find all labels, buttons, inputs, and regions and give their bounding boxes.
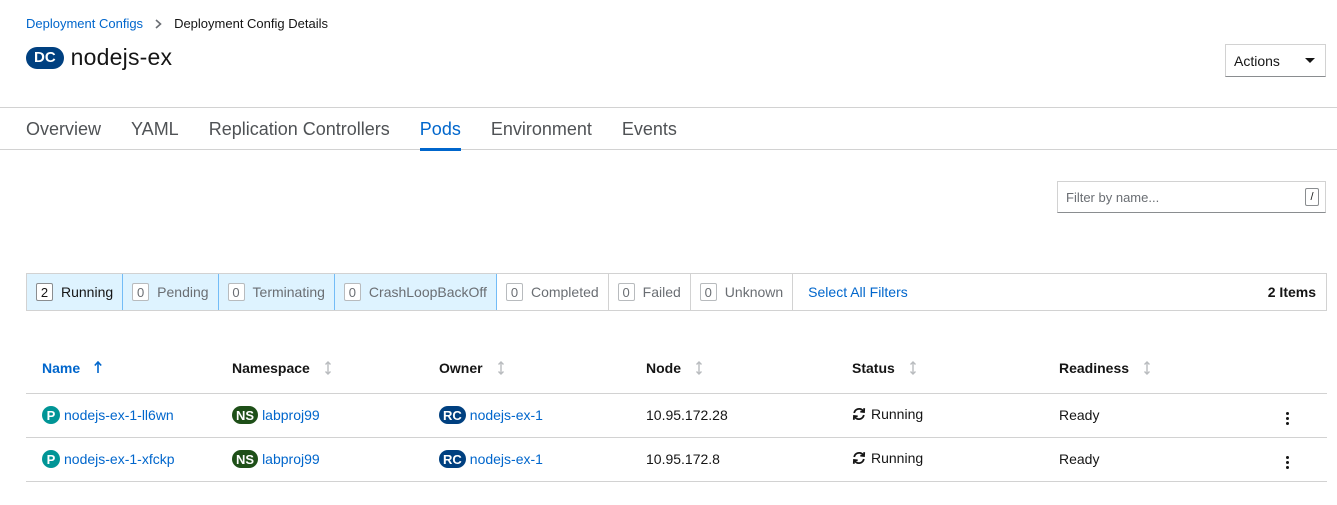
- filter-by-name-input[interactable]: [1066, 189, 1305, 205]
- column-label: Status: [852, 359, 895, 376]
- row-filter-pending[interactable]: 0 Pending: [123, 274, 219, 310]
- filter-count: 0: [132, 283, 150, 301]
- column-header-owner[interactable]: Owner: [439, 343, 646, 394]
- sync-icon: [852, 407, 866, 421]
- node-value: 10.95.172.28: [646, 407, 728, 423]
- column-header-node[interactable]: Node: [646, 343, 852, 394]
- status-value: Running: [871, 450, 924, 466]
- sort-icon: [497, 360, 505, 375]
- resource-badge-replication-controller: RC: [439, 406, 466, 424]
- row-filter-crashloopbackoff[interactable]: 0 CrashLoopBackOff: [334, 274, 497, 310]
- column-label: Node: [646, 359, 681, 376]
- kebab-menu-icon[interactable]: [1277, 452, 1297, 472]
- tab-pods[interactable]: Pods: [419, 108, 461, 151]
- filter-count: 0: [617, 283, 635, 301]
- actions-label: Actions: [1234, 52, 1280, 69]
- table-row: P nodejs-ex-1-ll6wn NS labproj99 RC node…: [26, 393, 1327, 438]
- table-header-row: Name Namespace Owner Node Status Readine…: [26, 343, 1327, 394]
- filter-count: 2: [36, 283, 53, 301]
- filter-count: 0: [505, 283, 523, 301]
- column-header-status[interactable]: Status: [852, 343, 1059, 394]
- keyboard-shortcut-hint: /: [1305, 188, 1319, 206]
- table-row: P nodejs-ex-1-xfckp NS labproj99 RC node…: [26, 437, 1327, 482]
- actions-dropdown-button[interactable]: Actions: [1225, 44, 1326, 77]
- row-filter-bar: 2 Running 0 Pending 0 Terminating 0 Cras…: [26, 273, 1327, 311]
- resource-badge-namespace: NS: [232, 450, 259, 468]
- resource-badge-replication-controller: RC: [439, 450, 466, 468]
- column-label: Owner: [439, 359, 483, 376]
- resource-badge-pod: P: [42, 406, 60, 424]
- select-all-filters-link[interactable]: Select All Filters: [793, 274, 908, 310]
- filter-by-name-field: /: [1057, 181, 1326, 213]
- tab-bar: Overview YAML Replication Controllers Po…: [0, 107, 1337, 151]
- row-filter-terminating[interactable]: 0 Terminating: [218, 274, 335, 310]
- column-header-name[interactable]: Name: [26, 343, 232, 394]
- pods-table: Name Namespace Owner Node Status Readine…: [26, 343, 1327, 482]
- filter-label: Completed: [530, 284, 599, 300]
- filter-label: Unknown: [724, 284, 784, 300]
- resource-badge-dc: DC: [26, 46, 64, 69]
- readiness-value: Ready: [1059, 407, 1100, 423]
- column-header-readiness[interactable]: Readiness: [1059, 343, 1259, 394]
- tab-yaml[interactable]: YAML: [131, 108, 179, 150]
- filter-label: Running: [61, 284, 114, 300]
- filter-count: 0: [227, 283, 245, 301]
- sync-icon: [852, 451, 866, 465]
- breadcrumb-current: Deployment Config Details: [174, 16, 328, 31]
- sort-icon: [324, 360, 332, 375]
- sort-icon: [1143, 360, 1151, 375]
- items-count: 2 Items: [1267, 284, 1316, 300]
- kebab-menu-icon[interactable]: [1277, 408, 1297, 428]
- pod-name-link[interactable]: nodejs-ex-1-xfckp: [64, 451, 175, 467]
- filter-label: CrashLoopBackOff: [368, 284, 487, 300]
- owner-link[interactable]: nodejs-ex-1: [470, 451, 543, 467]
- filter-count: 0: [699, 283, 717, 301]
- tab-environment[interactable]: Environment: [491, 108, 592, 150]
- row-filter-failed[interactable]: 0 Failed: [608, 274, 691, 310]
- pod-name-link[interactable]: nodejs-ex-1-ll6wn: [64, 407, 174, 423]
- column-label: Namespace: [232, 359, 310, 376]
- chevron-right-icon: [155, 18, 162, 29]
- node-value: 10.95.172.8: [646, 451, 720, 467]
- row-filter-completed[interactable]: 0 Completed: [496, 274, 609, 310]
- owner-link[interactable]: nodejs-ex-1: [470, 407, 543, 423]
- tab-overview[interactable]: Overview: [26, 108, 101, 150]
- readiness-value: Ready: [1059, 451, 1100, 467]
- column-label: Name: [42, 359, 81, 376]
- filter-label: Terminating: [252, 284, 325, 300]
- tab-replication-controllers[interactable]: Replication Controllers: [209, 108, 390, 150]
- breadcrumb: Deployment Configs Deployment Config Det…: [26, 16, 328, 31]
- sort-icon: [909, 360, 917, 375]
- row-filter-unknown[interactable]: 0 Unknown: [690, 274, 794, 310]
- caret-down-icon: [1305, 58, 1315, 63]
- page-title: nodejs-ex: [70, 44, 173, 70]
- row-filter-running[interactable]: 2 Running: [27, 274, 124, 310]
- status-value: Running: [871, 406, 924, 422]
- filter-label: Pending: [157, 284, 209, 300]
- sort-ascending-icon: [94, 361, 102, 374]
- sort-icon: [695, 360, 703, 375]
- filter-count: 0: [343, 283, 361, 301]
- resource-badge-pod: P: [42, 450, 60, 468]
- tab-events[interactable]: Events: [622, 108, 677, 150]
- namespace-link[interactable]: labproj99: [262, 451, 320, 467]
- resource-badge-namespace: NS: [232, 406, 259, 424]
- breadcrumb-deployment-configs-link[interactable]: Deployment Configs: [26, 16, 143, 31]
- column-header-namespace[interactable]: Namespace: [232, 343, 439, 394]
- page-heading: DC nodejs-ex: [26, 44, 172, 71]
- column-header-actions: [1259, 343, 1327, 394]
- filter-label: Failed: [642, 284, 681, 300]
- column-label: Readiness: [1059, 359, 1130, 376]
- namespace-link[interactable]: labproj99: [262, 407, 320, 423]
